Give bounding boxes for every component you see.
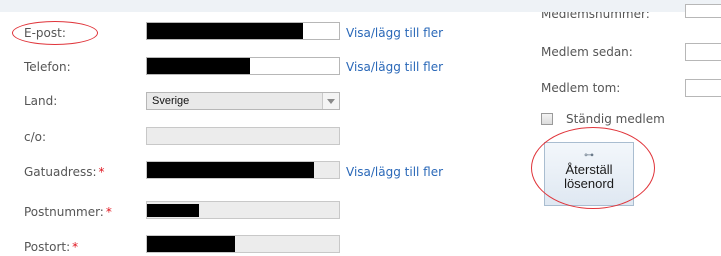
redacted-value bbox=[147, 162, 314, 178]
country-selected-value: Sverige bbox=[152, 95, 190, 107]
postal-code-field[interactable] bbox=[146, 201, 340, 219]
street-field[interactable] bbox=[146, 161, 340, 179]
annotation-circle-reset-password bbox=[531, 127, 655, 209]
country-select[interactable]: Sverige bbox=[146, 92, 340, 110]
top-strip bbox=[0, 0, 721, 12]
permanent-member-checkbox[interactable] bbox=[541, 113, 553, 125]
required-asterisk: * bbox=[72, 240, 79, 254]
city-label: Postort: * bbox=[24, 240, 79, 254]
member-until-label: Medlem tom: bbox=[541, 81, 621, 95]
chevron-down-icon[interactable] bbox=[322, 93, 339, 109]
required-asterisk: * bbox=[105, 205, 112, 219]
redacted-value bbox=[147, 23, 303, 39]
street-label: Gatuadress: * bbox=[24, 165, 105, 179]
postal-code-label: Postnummer: * bbox=[24, 205, 112, 219]
required-asterisk: * bbox=[98, 165, 105, 179]
phone-show-add-more-link[interactable]: Visa/lägg till fler bbox=[346, 60, 443, 74]
street-show-add-more-link[interactable]: Visa/lägg till fler bbox=[346, 165, 443, 179]
co-label: c/o: bbox=[24, 130, 47, 144]
redacted-value bbox=[147, 236, 235, 252]
country-label: Land: bbox=[24, 94, 58, 108]
email-field[interactable] bbox=[146, 22, 340, 40]
email-show-add-more-link[interactable]: Visa/lägg till fler bbox=[346, 26, 443, 40]
member-until-field[interactable] bbox=[685, 79, 721, 97]
phone-field[interactable] bbox=[146, 57, 340, 75]
member-number-field[interactable] bbox=[685, 4, 721, 18]
annotation-circle-email bbox=[12, 21, 98, 45]
permanent-member-label: Ständig medlem bbox=[566, 112, 665, 126]
member-since-field[interactable] bbox=[685, 43, 721, 61]
phone-label: Telefon: bbox=[24, 60, 71, 74]
redacted-value bbox=[147, 204, 199, 217]
city-field[interactable] bbox=[146, 235, 340, 253]
member-since-label: Medlem sedan: bbox=[541, 45, 633, 59]
co-field[interactable] bbox=[146, 127, 340, 145]
redacted-value bbox=[147, 58, 250, 74]
